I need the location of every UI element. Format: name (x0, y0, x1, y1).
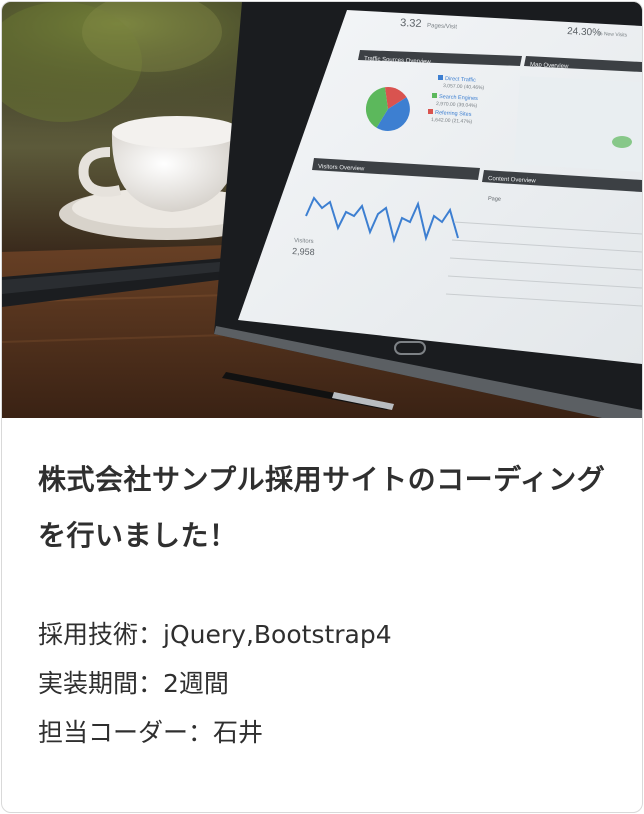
coder-detail: 担当コーダー：石井 (38, 708, 618, 757)
portfolio-card[interactable]: 3.32 Pages/Visit 24.30% % New Visits Tra… (1, 1, 643, 813)
period-label: 実装期間： (38, 669, 164, 698)
screen-visitors-label: Visitors (294, 238, 314, 245)
card-details: 採用技術：jQuery,Bootstrap4 実装期間：2週間 担当コーダー：石… (38, 610, 618, 757)
card-title[interactable]: 株式会社サンプル採用サイトのコーディングを行いました！ (38, 452, 618, 564)
screen-content-column: Page (488, 196, 501, 203)
tech-value: jQuery,Bootstrap4 (163, 620, 392, 649)
screen-visitors-value: 2,958 (292, 246, 315, 257)
period-value: 2週間 (163, 669, 229, 698)
coder-label: 担当コーダー： (38, 718, 214, 747)
coder-value: 石井 (213, 718, 264, 747)
screen-pages-visit-value: 3.32 (400, 17, 422, 30)
screen-new-visits-value: 24.30% (567, 26, 602, 39)
card-body: 株式会社サンプル採用サイトのコーディングを行いました！ 採用技術：jQuery,… (38, 452, 618, 757)
tablet-analytics-photo: 3.32 Pages/Visit 24.30% % New Visits Tra… (2, 2, 642, 418)
tech-detail: 採用技術：jQuery,Bootstrap4 (38, 610, 618, 659)
period-detail: 実装期間：2週間 (38, 659, 618, 708)
tech-label: 採用技術： (38, 620, 164, 649)
